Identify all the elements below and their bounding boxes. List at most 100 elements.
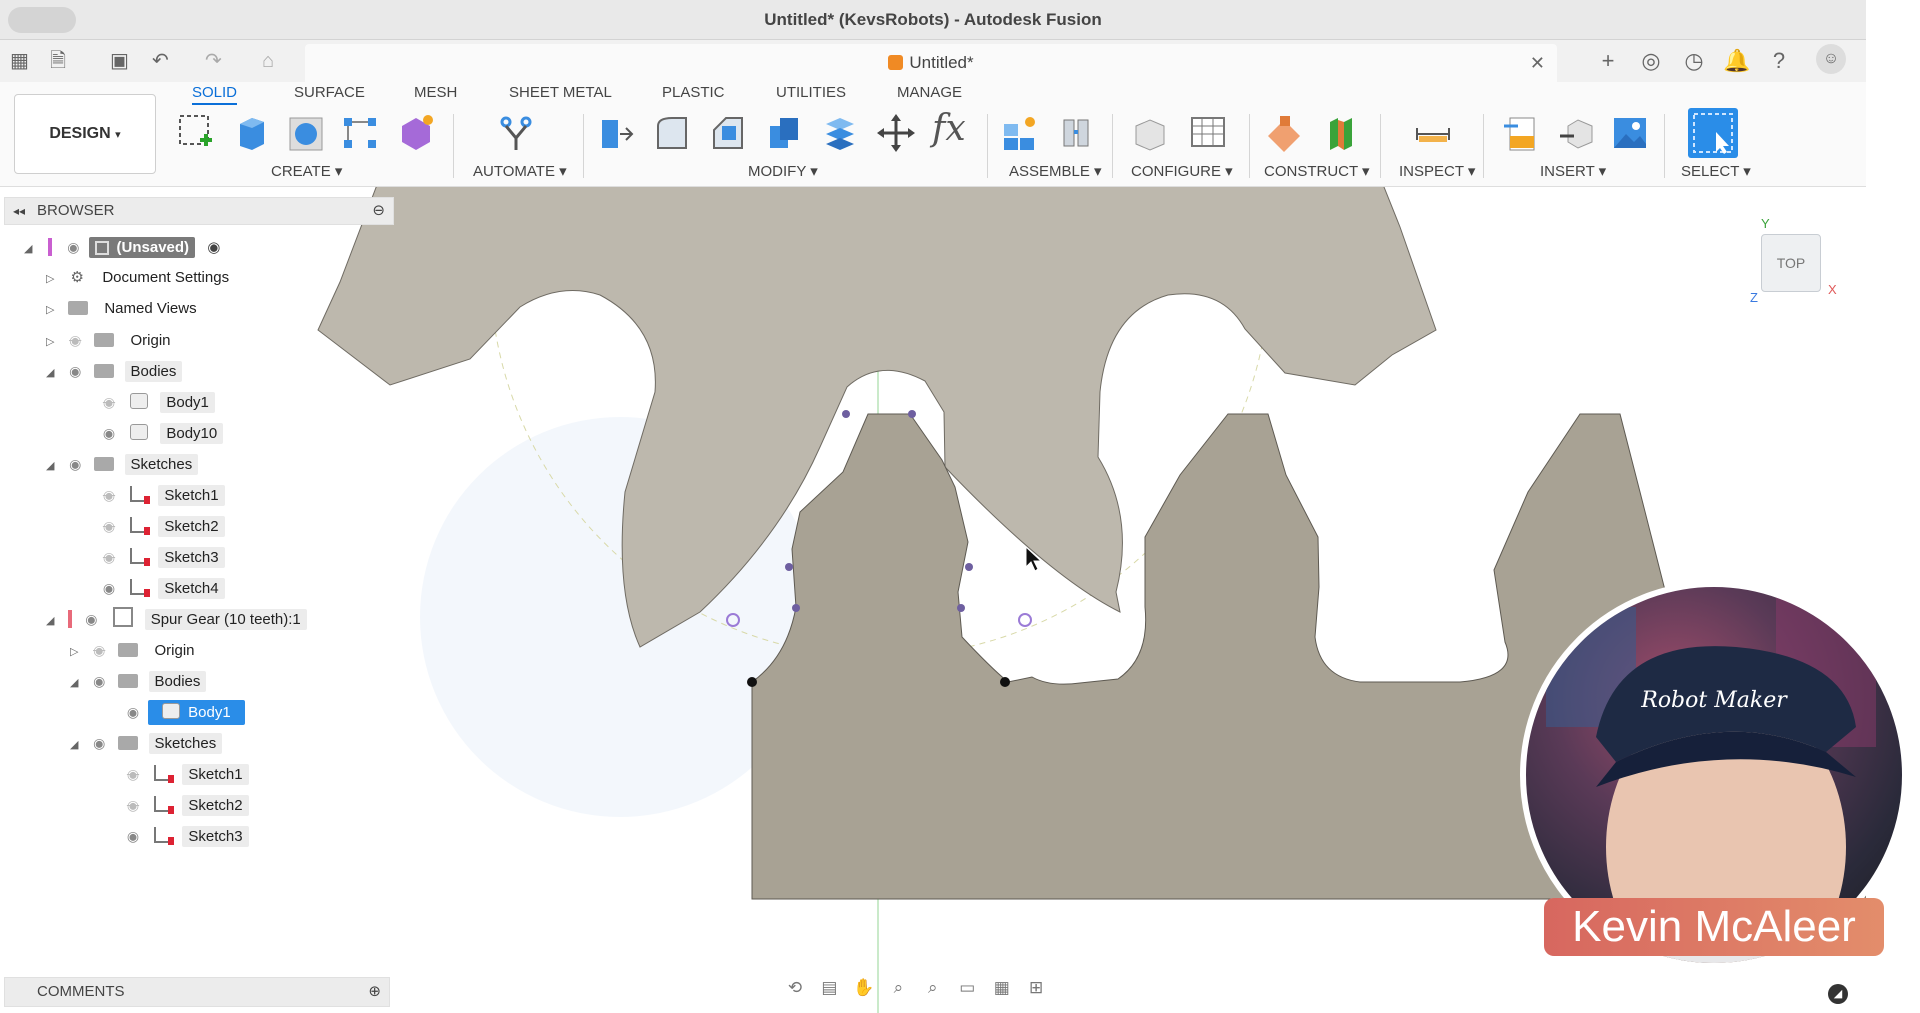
new-tab-icon[interactable]: + xyxy=(1591,40,1625,82)
collapse-arrow-icon[interactable]: ◢ xyxy=(46,607,60,635)
visibility-off-icon[interactable]: ◉ xyxy=(98,388,120,416)
visibility-off-icon[interactable]: ◉ xyxy=(98,543,120,571)
insert-group-label[interactable]: INSERT ▾ xyxy=(1540,162,1606,180)
tab-sheet-metal[interactable]: SHEET METAL xyxy=(509,84,612,101)
measure-icon[interactable] xyxy=(1413,112,1453,154)
inspect-group-label[interactable]: INSPECT ▾ xyxy=(1399,162,1475,180)
visibility-eye-icon[interactable]: ◉ xyxy=(88,729,110,757)
home-icon[interactable]: ⌂ xyxy=(262,40,274,82)
tree-item-spur-gear[interactable]: ◢ ◉ Spur Gear (10 teeth):1 xyxy=(46,605,307,633)
insert-mesh-icon[interactable] xyxy=(1558,112,1598,154)
tree-item-gear-sketch1[interactable]: ◉ Sketch1 xyxy=(122,760,249,788)
undo-icon[interactable]: ↶ xyxy=(152,40,169,82)
tree-item-bodies[interactable]: ◢ ◉ Bodies xyxy=(46,357,183,385)
collapse-arrow-icon[interactable]: ◢ xyxy=(70,669,84,697)
orbit-icon[interactable]: ⟲ xyxy=(780,974,810,1002)
expand-arrow-icon[interactable]: ▷ xyxy=(46,296,60,324)
tree-item-document-settings[interactable]: ▷ ⚙ Document Settings xyxy=(46,264,235,292)
tab-plastic[interactable]: PLASTIC xyxy=(662,84,725,101)
visibility-eye-icon[interactable]: ◉ xyxy=(98,574,120,602)
zoom-icon[interactable]: ⌕ xyxy=(883,974,913,1002)
add-comment-icon[interactable]: ⊕ xyxy=(368,978,381,1006)
new-component-icon[interactable] xyxy=(1000,112,1040,154)
zoom-window-icon[interactable]: ⌕ xyxy=(918,974,948,1002)
comments-panel[interactable]: COMMENTS ⊕ xyxy=(4,977,390,1007)
expand-arrow-icon[interactable]: ▷ xyxy=(46,265,60,293)
form-icon[interactable] xyxy=(396,112,436,154)
tree-item-gear-sketches[interactable]: ◢ ◉ Sketches xyxy=(70,729,223,759)
display-settings-icon[interactable]: ▭ xyxy=(952,974,982,1002)
tree-item-named-views[interactable]: ▷ Named Views xyxy=(46,295,203,323)
save-icon[interactable]: ▣ xyxy=(110,40,129,82)
joint-icon[interactable] xyxy=(1056,112,1096,154)
file-menu-icon[interactable]: 🗎 xyxy=(50,40,66,82)
collapse-arrow-icon[interactable]: ◢ xyxy=(70,731,84,759)
pin-panel-icon[interactable]: ⊖ xyxy=(372,198,385,224)
tree-item-sketch1[interactable]: ◉ Sketch1 xyxy=(98,481,225,509)
expand-arrow-icon[interactable]: ▷ xyxy=(70,638,84,666)
tree-item-gear-sketch2[interactable]: ◉ Sketch2 xyxy=(122,791,249,819)
tree-item-gear-body1[interactable]: ◉ Body1 xyxy=(122,698,245,726)
chamfer-icon[interactable] xyxy=(708,112,748,154)
online-status-icon[interactable]: ◎ xyxy=(1634,40,1668,82)
insert-svg-icon[interactable] xyxy=(1502,112,1542,154)
visibility-eye-icon[interactable]: ◉ xyxy=(98,419,120,447)
revolve-icon[interactable] xyxy=(286,112,326,154)
visibility-eye-icon[interactable]: ◉ xyxy=(64,450,86,478)
redo-icon[interactable]: ↷ xyxy=(205,40,222,82)
pattern-icon[interactable] xyxy=(340,112,380,154)
viewports-icon[interactable]: ⊞ xyxy=(1021,974,1051,1002)
tree-item-body10[interactable]: ◉ Body10 xyxy=(98,419,224,447)
avatar[interactable]: ☺ xyxy=(1816,44,1846,74)
select-group-label[interactable]: SELECT ▾ xyxy=(1681,162,1751,180)
close-tab-icon[interactable]: ✕ xyxy=(1530,44,1545,82)
tree-item-gear-bodies[interactable]: ◢ ◉ Bodies xyxy=(70,667,207,697)
visibility-eye-icon[interactable]: ◉ xyxy=(88,667,110,695)
tree-item-sketch2[interactable]: ◉ Sketch2 xyxy=(98,512,225,540)
fillet-icon[interactable] xyxy=(652,112,692,154)
midplane-icon[interactable] xyxy=(1322,112,1362,154)
press-pull-icon[interactable] xyxy=(596,112,636,154)
collapse-arrow-icon[interactable]: ◢ xyxy=(46,452,60,480)
extrude-icon[interactable] xyxy=(230,112,270,154)
tree-item-gear-origin[interactable]: ▷ ◉ Origin xyxy=(70,636,201,664)
configure-group-label[interactable]: CONFIGURE ▾ xyxy=(1131,162,1233,180)
notifications-icon[interactable]: 🔔 xyxy=(1720,40,1754,82)
visibility-off-icon[interactable]: ◉ xyxy=(98,481,120,509)
document-tab[interactable]: Untitled* ✕ xyxy=(305,44,1557,82)
configuration-table-icon[interactable] xyxy=(1188,112,1228,154)
look-at-icon[interactable]: ▤ xyxy=(814,974,844,1002)
tree-item-gear-sketch3[interactable]: ◉ Sketch3 xyxy=(122,822,249,850)
create-group-label[interactable]: CREATE ▾ xyxy=(271,162,342,180)
tab-solid[interactable]: SOLID xyxy=(192,84,238,105)
visibility-eye-icon[interactable]: ◉ xyxy=(122,698,144,726)
configure-icon[interactable] xyxy=(1130,112,1170,154)
tree-item-sketches[interactable]: ◢ ◉ Sketches xyxy=(46,450,199,480)
tab-manage[interactable]: MANAGE xyxy=(897,84,962,101)
help-icon[interactable]: ? xyxy=(1762,40,1796,82)
tab-mesh[interactable]: MESH xyxy=(414,84,457,101)
visibility-off-icon[interactable]: ◉ xyxy=(122,760,144,788)
modify-group-label[interactable]: MODIFY ▾ xyxy=(748,162,818,180)
collapse-panel-icon[interactable]: ◂◂ xyxy=(13,198,25,224)
tab-utilities[interactable]: UTILITIES xyxy=(776,84,846,101)
expand-arrow-icon[interactable]: ▷ xyxy=(46,328,60,356)
workspace-switcher-button[interactable]: DESIGN ▾ xyxy=(14,94,156,174)
visibility-eye-icon[interactable]: ◉ xyxy=(64,357,86,385)
offset-plane-icon[interactable] xyxy=(1264,112,1304,154)
visibility-off-icon[interactable]: ◉ xyxy=(98,512,120,540)
visibility-eye-icon[interactable]: ◉ xyxy=(62,233,84,261)
automate-group-label[interactable]: AUTOMATE ▾ xyxy=(473,162,567,180)
pan-icon[interactable]: ✋ xyxy=(849,974,879,1002)
job-status-icon[interactable]: ◷ xyxy=(1677,40,1711,82)
canvas-icon[interactable] xyxy=(1610,112,1650,154)
tree-item-sketch3[interactable]: ◉ Sketch3 xyxy=(98,543,225,571)
change-parameters-icon[interactable]: fx xyxy=(932,108,966,149)
construct-group-label[interactable]: CONSTRUCT ▾ xyxy=(1264,162,1370,180)
move-icon[interactable] xyxy=(876,112,916,154)
text-commands-icon[interactable]: ◢ xyxy=(1828,984,1848,1004)
activate-radio-icon[interactable]: ◉ xyxy=(207,239,220,256)
visibility-off-icon[interactable]: ◉ xyxy=(64,326,86,354)
view-cube[interactable]: TOP xyxy=(1761,234,1821,292)
visibility-off-icon[interactable]: ◉ xyxy=(88,636,110,664)
